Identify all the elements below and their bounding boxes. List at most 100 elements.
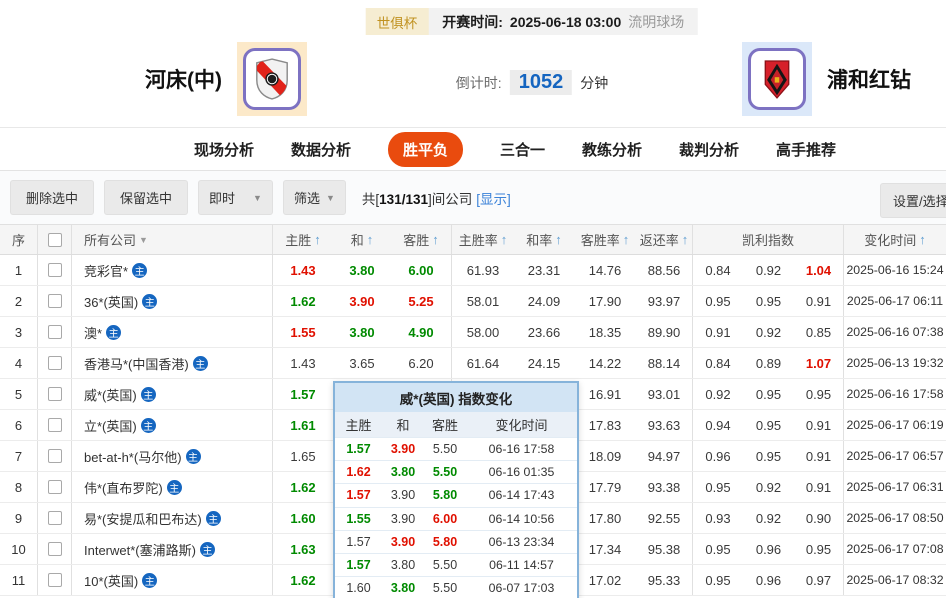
odds-cell[interactable]: 3.65: [333, 348, 391, 378]
popup-cell: 5.50: [432, 581, 458, 596]
kelly-cell: 0.85: [794, 317, 844, 347]
odds-cell[interactable]: 3.90: [333, 286, 391, 316]
company-cell[interactable]: 澳* 主: [72, 317, 273, 347]
popup-col-header: 变化时间: [495, 418, 548, 433]
kelly-cell: 0.95: [755, 293, 782, 309]
keep-selected-button[interactable]: 保留选中: [104, 180, 189, 215]
popup-cell: 1.57: [346, 442, 371, 457]
mainstream-badge-icon: 主: [166, 479, 182, 495]
tab-live-analysis[interactable]: 现场分析: [194, 139, 254, 160]
company-cell[interactable]: 10*(英国) 主: [72, 565, 273, 595]
col-header-away-rate[interactable]: 客胜率 ↑: [574, 225, 636, 254]
kelly-cell: 0.97: [794, 565, 844, 595]
odds-cell[interactable]: 1.62: [273, 565, 333, 595]
popup-cell: 5.50: [432, 442, 458, 457]
odds-cell[interactable]: 3.80: [333, 255, 391, 285]
company-cell[interactable]: bet-at-h*(马尔他) 主: [72, 441, 273, 471]
row-checkbox[interactable]: [47, 325, 62, 339]
row-number: 6: [0, 410, 38, 440]
odds-cell[interactable]: 1.62: [273, 286, 333, 316]
rate-cell: 23.31: [527, 262, 561, 278]
kelly-cell: 0.91: [794, 472, 844, 502]
popup-cell: 06-13 23:34: [488, 534, 555, 549]
odds-cell[interactable]: 1.61: [273, 410, 333, 440]
company-cell[interactable]: 香港马*(中国香港) 主: [72, 348, 273, 378]
odds-cell[interactable]: 1.65: [273, 441, 333, 471]
col-header-draw-rate[interactable]: 和率 ↑: [514, 225, 574, 254]
odds-cell[interactable]: 5.25: [391, 286, 452, 316]
col-header-away-odds[interactable]: 客胜 ↑: [391, 225, 452, 254]
tab-coach-analysis[interactable]: 教练分析: [582, 139, 642, 160]
row-checkbox[interactable]: [47, 449, 62, 463]
odds-comparison-page: 世俱杯 开赛时间: 2025-06-18 03:00 流明球场 河床(中) 浦和…: [0, 0, 946, 598]
filter-value: 筛选: [293, 191, 320, 206]
row-checkbox[interactable]: [47, 573, 62, 587]
delete-selected-button[interactable]: 删除选中: [10, 180, 95, 215]
col-header-home-odds[interactable]: 主胜 ↑: [273, 225, 333, 254]
popup-col-header: 客胜: [431, 418, 458, 433]
col-header-return-rate[interactable]: 返还率 ↑: [636, 225, 693, 254]
row-checkbox[interactable]: [47, 542, 62, 556]
odds-cell[interactable]: 1.43: [273, 348, 333, 378]
odds-cell[interactable]: 1.43: [273, 255, 333, 285]
filter-dropdown[interactable]: 筛选 ▼: [282, 180, 346, 215]
time-filter-dropdown[interactable]: 即时 ▼: [198, 180, 273, 215]
company-cell[interactable]: 伟*(直布罗陀) 主: [72, 472, 273, 502]
sort-asc-icon: ↑: [432, 232, 439, 247]
tab-three-in-one[interactable]: 三合一: [500, 139, 545, 160]
odds-cell[interactable]: 1.63: [273, 534, 333, 564]
row-checkbox[interactable]: [47, 294, 62, 308]
col-label: 主胜率: [458, 233, 498, 248]
odds-cell[interactable]: 4.90: [391, 317, 452, 347]
row-checkbox[interactable]: [47, 356, 62, 370]
popup-cell: 5.50: [432, 465, 458, 480]
col-header-home-rate[interactable]: 主胜率 ↑: [452, 225, 514, 254]
row-checkbox[interactable]: [47, 511, 62, 525]
popup-col-header: 主胜: [345, 418, 372, 433]
change-time-cell: 2025-06-17 08:50: [846, 511, 944, 525]
mainstream-badge-icon: 主: [140, 386, 156, 402]
company-cell[interactable]: 立*(英国) 主: [72, 410, 273, 440]
change-time-cell: 2025-06-16 17:58: [846, 387, 944, 401]
row-checkbox[interactable]: [47, 263, 62, 277]
company-cell[interactable]: Interwet*(塞浦路斯) 主: [72, 534, 273, 564]
odds-cell[interactable]: 1.57: [273, 379, 333, 409]
tab-referee-analysis[interactable]: 裁判分析: [679, 139, 739, 160]
row-number: 1: [0, 255, 38, 285]
tab-win-draw-loss[interactable]: 胜平负: [387, 131, 463, 167]
col-header-draw-odds[interactable]: 和 ↑: [333, 225, 391, 254]
row-checkbox[interactable]: [47, 480, 62, 494]
odds-cell[interactable]: 6.20: [391, 348, 452, 378]
col-label: 和率: [526, 233, 553, 248]
odds-cell[interactable]: 6.00: [391, 255, 452, 285]
countdown: 倒计时: 1052 分钟: [456, 70, 608, 95]
col-header-change-time[interactable]: 变化时间 ↑: [844, 225, 946, 254]
kelly-cell: 0.92: [755, 324, 782, 340]
kelly-cell: 0.91: [705, 324, 731, 340]
col-header-company[interactable]: 所有公司 ▼: [72, 225, 273, 254]
home-team-logo: [237, 42, 307, 116]
odds-cell[interactable]: 1.55: [273, 317, 333, 347]
popup-cell: 5.80: [432, 534, 458, 549]
company-cell[interactable]: 36*(英国) 主: [72, 286, 273, 316]
company-cell[interactable]: 威*(英国) 主: [72, 379, 273, 409]
odds-cell[interactable]: 1.62: [273, 472, 333, 502]
odds-cell[interactable]: 1.60: [273, 503, 333, 533]
popup-cell: 06-14 10:56: [488, 511, 555, 526]
show-link[interactable]: [显示]: [476, 192, 511, 207]
col-header-no: 序: [0, 225, 38, 254]
mainstream-badge-icon: 主: [142, 572, 158, 588]
company-cell[interactable]: 竞彩官* 主: [72, 255, 273, 285]
rate-cell: 17.83: [588, 417, 622, 433]
row-checkbox[interactable]: [47, 418, 62, 432]
company-name: 立*(英国): [84, 418, 137, 434]
tab-data-analysis[interactable]: 数据分析: [291, 139, 351, 160]
change-time-cell: 2025-06-17 07:08: [846, 542, 944, 556]
settings-button[interactable]: 设置/选择: [880, 183, 946, 218]
odds-cell[interactable]: 3.80: [333, 317, 391, 347]
rate-cell: 94.97: [636, 441, 693, 471]
row-checkbox[interactable]: [47, 387, 62, 401]
tab-expert-picks[interactable]: 高手推荐: [776, 139, 836, 160]
select-all-checkbox[interactable]: [47, 232, 62, 247]
company-cell[interactable]: 易*(安提瓜和巴布达) 主: [72, 503, 273, 533]
